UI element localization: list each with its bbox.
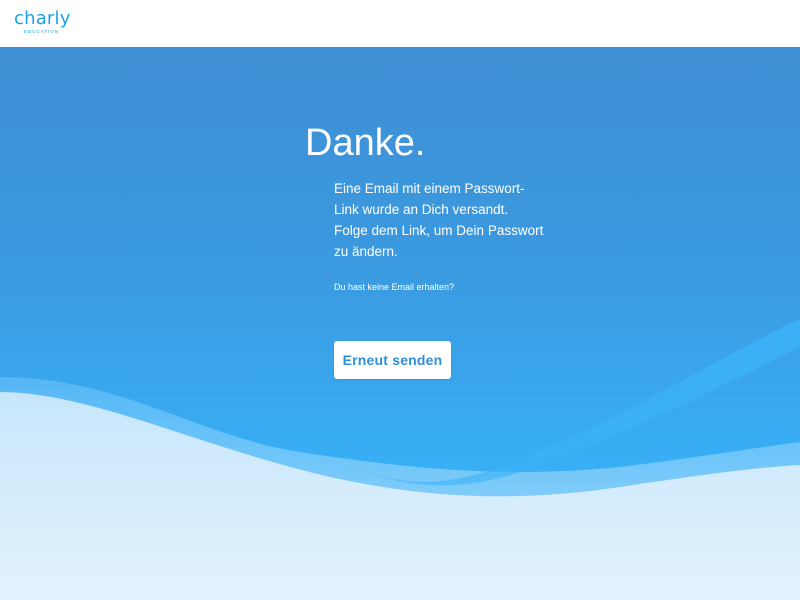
message-line: Link wurde an Dich versandt. bbox=[334, 202, 509, 217]
logo-tagline: EDUCATION bbox=[24, 29, 60, 34]
no-email-link[interactable]: Du hast keine Email erhalten? bbox=[334, 281, 454, 293]
message-line: zu ändern. bbox=[334, 244, 398, 259]
page: charly EDUCATION Danke. Eine Email mit e… bbox=[0, 0, 800, 600]
page-title: Danke. bbox=[305, 122, 426, 164]
message-line: Eine Email mit einem Passwort- bbox=[334, 181, 525, 196]
confirmation-message: Eine Email mit einem Passwort- Link wurd… bbox=[334, 178, 554, 262]
resend-button[interactable]: Erneut senden bbox=[334, 341, 451, 379]
top-bar: charly EDUCATION bbox=[0, 0, 800, 47]
hero-section: Danke. Eine Email mit einem Passwort- Li… bbox=[0, 47, 800, 600]
logo-wordmark: charly bbox=[14, 8, 71, 29]
charly-logo[interactable]: charly EDUCATION bbox=[14, 9, 74, 37]
confirmation-panel: Danke. Eine Email mit einem Passwort- Li… bbox=[0, 47, 800, 600]
message-line: Folge dem Link, um Dein Passwort bbox=[334, 223, 544, 238]
